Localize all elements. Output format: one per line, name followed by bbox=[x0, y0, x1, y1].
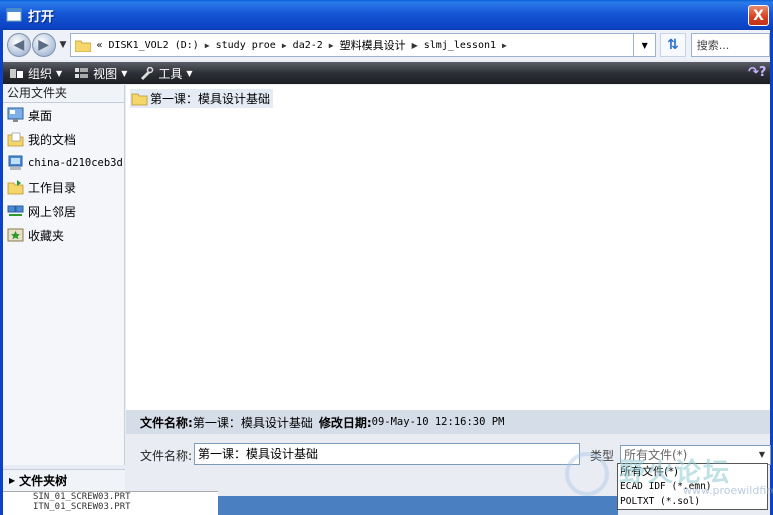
type-select[interactable]: 所有文件(*) ▼ bbox=[620, 445, 771, 465]
organize-label: 组织 bbox=[28, 66, 53, 81]
sidebar-item-label: 我的文档 bbox=[28, 132, 77, 147]
sidebar-item-label: 网上邻居 bbox=[28, 204, 77, 219]
tools-menu-button[interactable]: 工具 ▼ bbox=[139, 65, 193, 82]
address-prefix[interactable]: « bbox=[96, 40, 102, 51]
chevron-down-icon: ▼ bbox=[186, 68, 193, 78]
details-panel: 文件名称: 第一课：模具设计基础 修改日期: 09-May-10 12:16:3… bbox=[126, 410, 770, 434]
sidebar-item-computer[interactable]: china-d210ceb3d bbox=[3, 151, 124, 175]
folder-tree-label: 文件夹树 bbox=[19, 474, 68, 488]
folder-icon bbox=[131, 93, 148, 105]
details-date-value: 09-May-10 12:16:30 PM bbox=[371, 416, 505, 428]
file-name: 第一课：模具设计基础 bbox=[150, 92, 271, 106]
background-list-item: ITN_01_SCREW03.PRT bbox=[33, 502, 131, 512]
sidebar-item-label: 工作目录 bbox=[28, 180, 77, 195]
history-dropdown-icon[interactable]: ▼ bbox=[60, 40, 67, 50]
breadcrumb-item[interactable]: study proe ▶ bbox=[216, 40, 293, 51]
arrow-left-icon: ◀ bbox=[13, 37, 25, 53]
sidebar-item-favorites[interactable]: 收藏夹 bbox=[3, 223, 124, 247]
sidebar-item-label: 桌面 bbox=[28, 108, 53, 123]
forward-button[interactable]: ▶ bbox=[31, 33, 56, 57]
close-button[interactable]: X bbox=[748, 5, 769, 26]
chevron-down-icon: ▼ bbox=[641, 40, 648, 50]
details-name-value: 第一课：模具设计基础 bbox=[192, 415, 313, 430]
sidebar-header: 公用文件夹 bbox=[3, 85, 124, 103]
type-option[interactable]: POLTXT (*.sol) bbox=[618, 494, 767, 509]
refresh-button[interactable]: ⇅ bbox=[660, 33, 686, 57]
chevron-right-icon[interactable]: ▶ bbox=[329, 41, 334, 50]
views-menu-button[interactable]: 视图 ▼ bbox=[74, 65, 127, 82]
folder-tree-toggle[interactable]: ▶ 文件夹树 bbox=[3, 469, 125, 491]
sidebar-item-label: china-d210ceb3d bbox=[28, 157, 123, 169]
chevron-right-icon[interactable]: ▶ bbox=[282, 41, 287, 50]
type-select-value: 所有文件(*) bbox=[624, 448, 688, 462]
folder-icon bbox=[75, 40, 92, 52]
network-icon bbox=[7, 205, 24, 216]
details-name-label: 文件名称: bbox=[140, 415, 193, 430]
tools-label: 工具 bbox=[158, 66, 183, 81]
views-label: 视图 bbox=[93, 66, 118, 81]
type-option[interactable]: ECAD IDF (*.emn) bbox=[618, 479, 767, 494]
computer-icon bbox=[8, 155, 23, 170]
chevron-down-icon: ▼ bbox=[121, 68, 128, 78]
background-window-list: SIN_01_SCREW03.PRT ITN_01_SCREW03.PRT bbox=[3, 491, 218, 515]
command-toolbar: 组织 ▼ 视图 ▼ 工具 ▼ ↷? bbox=[3, 62, 770, 84]
list-item[interactable]: 第一课：模具设计基础 bbox=[130, 89, 274, 108]
file-list[interactable]: 第一课：模具设计基础 bbox=[126, 85, 770, 410]
breadcrumb-item[interactable]: da2-2 ▶ bbox=[293, 40, 340, 51]
breadcrumb-item[interactable]: 塑料模具设计 ▶ bbox=[340, 37, 424, 53]
dialog-body: ◀ ▶ ▼ « DISK1_VOL2 (D:) ▶ study proe ▶ da2… bbox=[0, 30, 773, 515]
back-button[interactable]: ◀ bbox=[7, 33, 31, 57]
sidebar-item-working-directory[interactable]: 工作目录 bbox=[3, 175, 124, 199]
help-icon[interactable]: ↷? bbox=[748, 65, 766, 81]
sidebar-item-my-documents[interactable]: 我的文档 bbox=[3, 127, 124, 151]
window-title: 打开 bbox=[28, 9, 55, 25]
refresh-icon: ⇅ bbox=[667, 37, 679, 53]
desktop-icon bbox=[7, 107, 24, 122]
filename-label: 文件名称: bbox=[140, 449, 193, 463]
type-option[interactable]: 所有文件(*) bbox=[618, 464, 767, 479]
organize-icon bbox=[10, 68, 23, 78]
sidebar: 公用文件夹 桌面 我的文档 china-d210ceb3d 工作目录 网上邻居 … bbox=[3, 85, 125, 465]
arrow-right-icon: ▶ bbox=[38, 37, 50, 53]
chevron-right-icon[interactable]: ▶ bbox=[205, 41, 210, 50]
favorites-icon bbox=[7, 228, 24, 242]
chevron-down-icon: ▼ bbox=[56, 68, 63, 78]
title-bar: 打开 X bbox=[0, 0, 773, 30]
tools-icon bbox=[141, 66, 154, 80]
address-bar-row: ◀ ▶ ▼ « DISK1_VOL2 (D:) ▶ study proe ▶ da2… bbox=[3, 30, 770, 60]
triangle-right-icon: ▶ bbox=[9, 476, 16, 485]
chevron-right-icon[interactable]: ▶ bbox=[412, 41, 418, 50]
background-list-item: SIN_01_SCREW03.PRT bbox=[33, 492, 131, 502]
background-window-area bbox=[218, 496, 618, 515]
sidebar-item-network[interactable]: 网上邻居 bbox=[3, 199, 124, 223]
filename-input[interactable]: 第一课：模具设计基础 bbox=[194, 443, 580, 465]
working-directory-icon bbox=[7, 180, 24, 195]
views-icon bbox=[75, 67, 89, 78]
details-date-label: 修改日期: bbox=[318, 415, 372, 430]
breadcrumb-item[interactable]: slmj_lesson1 ▶ bbox=[424, 40, 513, 51]
my-documents-icon bbox=[7, 132, 24, 147]
sidebar-item-desktop[interactable]: 桌面 bbox=[3, 103, 124, 127]
chevron-down-icon[interactable]: ▼ bbox=[755, 447, 769, 463]
organize-menu-button[interactable]: 组织 ▼ bbox=[9, 65, 62, 82]
address-dropdown-button[interactable]: ▼ bbox=[634, 33, 657, 57]
address-field[interactable]: « DISK1_VOL2 (D:) ▶ study proe ▶ da2-2 ▶ 塑料… bbox=[70, 33, 635, 57]
search-input[interactable]: 搜索... bbox=[690, 33, 770, 57]
type-dropdown-list[interactable]: 所有文件(*) ECAD IDF (*.emn) POLTXT (*.sol) bbox=[617, 463, 768, 510]
window-app-icon bbox=[6, 8, 22, 22]
type-label: 类型 bbox=[590, 449, 615, 463]
sidebar-item-label: 收藏夹 bbox=[28, 228, 65, 243]
chevron-right-icon[interactable]: ▶ bbox=[502, 41, 507, 50]
breadcrumb-item[interactable]: DISK1_VOL2 (D:) ▶ bbox=[108, 40, 215, 51]
